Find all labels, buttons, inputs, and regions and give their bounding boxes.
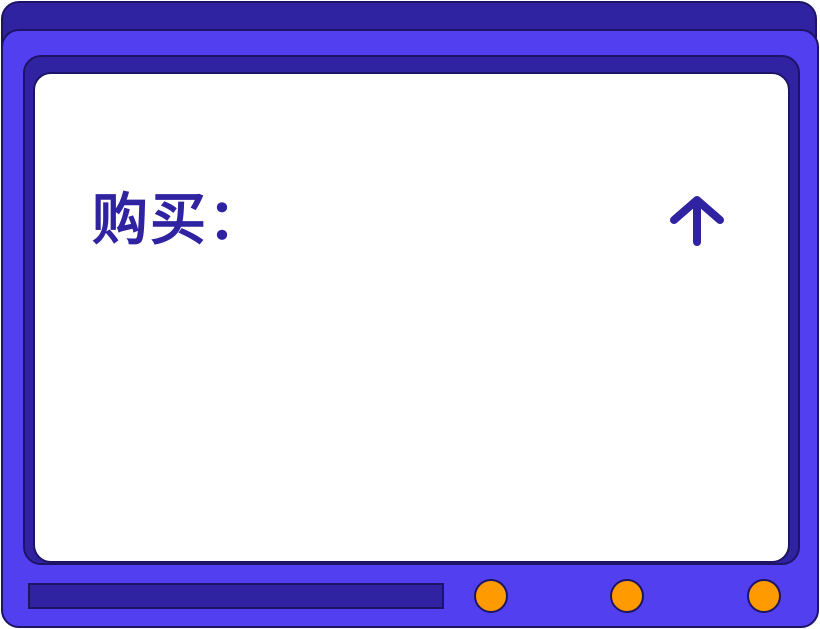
display-screen	[33, 72, 790, 563]
control-knob-2[interactable]	[610, 579, 644, 613]
purchase-label: 购买：	[92, 188, 266, 253]
arrow-up-icon	[670, 196, 724, 246]
bottom-slot-bar	[28, 583, 444, 609]
control-knob-3[interactable]	[747, 579, 781, 613]
control-knob-1[interactable]	[474, 579, 508, 613]
